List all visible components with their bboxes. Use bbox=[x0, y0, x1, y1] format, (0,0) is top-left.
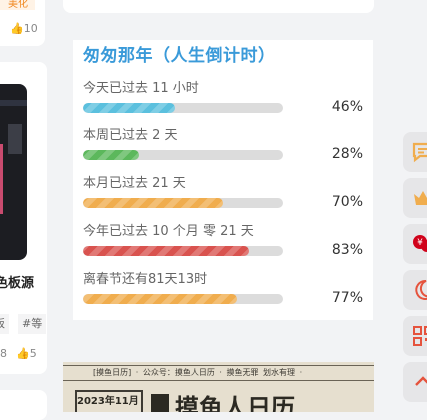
poster-headline: 摸鱼人日历 bbox=[175, 394, 295, 412]
progress-track bbox=[83, 198, 283, 208]
thumbs-up-icon: 👍 bbox=[16, 347, 30, 360]
like-count: 👍5 bbox=[16, 347, 37, 360]
article-card-partial-bottom[interactable] bbox=[0, 390, 47, 420]
widget-card-partial bbox=[63, 0, 374, 13]
progress-label: 本周已过去 2 天 bbox=[83, 128, 178, 143]
progress-percent: 28% bbox=[331, 146, 363, 162]
tag-chip[interactable]: 板 bbox=[0, 314, 9, 334]
svg-text:¥: ¥ bbox=[417, 238, 423, 248]
reward-button[interactable]: ¥ bbox=[403, 224, 427, 264]
back-to-top-button[interactable] bbox=[403, 362, 427, 402]
progress-fill bbox=[83, 246, 249, 256]
category-tag: 美化 bbox=[0, 0, 35, 10]
back-to-top-icon bbox=[415, 376, 427, 386]
moon-icon bbox=[415, 279, 427, 300]
article-title[interactable]: 色板源 bbox=[0, 272, 34, 291]
poster-date: 2023年11月 bbox=[77, 396, 139, 407]
progress-row: 本月已过去 21 天 70% bbox=[73, 172, 373, 212]
qrcode-icon bbox=[413, 326, 427, 346]
vip-button[interactable] bbox=[403, 178, 427, 218]
life-countdown-widget: 匆匆那年（人生倒计时） 今天已过去 11 小时 46% 本周已过去 2 天 28… bbox=[73, 40, 373, 320]
crown-icon bbox=[414, 191, 427, 205]
progress-row: 本周已过去 2 天 28% bbox=[73, 124, 373, 164]
view-count: 28 bbox=[0, 347, 7, 360]
progress-row: 今年已过去 10 个月 零 21 天 83% bbox=[73, 220, 373, 260]
progress-row: 今天已过去 11 小时 46% bbox=[73, 77, 373, 117]
progress-percent: 83% bbox=[331, 242, 363, 258]
progress-track bbox=[83, 294, 283, 304]
progress-track bbox=[83, 246, 283, 256]
poster-logo bbox=[151, 394, 169, 412]
progress-row: 离春节还有81天13时 77% bbox=[73, 268, 373, 308]
progress-fill bbox=[83, 198, 223, 208]
chat-icon bbox=[412, 142, 427, 163]
fish-calendar-poster[interactable]: [摸鱼日历] · 公众号：摸鱼人日历 · 摸鱼无罪 划水有理 · 2023年11… bbox=[63, 362, 374, 412]
progress-label: 离春节还有81天13时 bbox=[83, 272, 208, 287]
progress-percent: 77% bbox=[331, 290, 363, 306]
progress-fill bbox=[83, 103, 175, 113]
article-thumbnail[interactable] bbox=[0, 84, 27, 260]
qrcode-button[interactable] bbox=[403, 316, 427, 356]
widget-title: 匆匆那年（人生倒计时） bbox=[83, 46, 276, 66]
dark-mode-button[interactable] bbox=[403, 270, 427, 310]
poster-header: [摸鱼日历] · 公众号：摸鱼人日历 · 摸鱼无罪 划水有理 · bbox=[93, 368, 303, 377]
article-card-partial[interactable]: 色板源 板 #等 28 👍5 bbox=[0, 62, 47, 374]
progress-label: 今天已过去 11 小时 bbox=[83, 81, 199, 96]
tag-chip[interactable]: #等 bbox=[18, 314, 47, 334]
progress-percent: 70% bbox=[331, 194, 363, 210]
progress-track bbox=[83, 103, 283, 113]
article-card-partial-top[interactable]: 美化 👍10 bbox=[0, 0, 45, 46]
progress-percent: 46% bbox=[331, 99, 363, 115]
progress-label: 本月已过去 21 天 bbox=[83, 176, 186, 191]
chat-button[interactable] bbox=[403, 132, 427, 172]
reward-icon: ¥ bbox=[413, 235, 427, 252]
progress-fill bbox=[83, 294, 237, 304]
progress-label: 今年已过去 10 个月 零 21 天 bbox=[83, 224, 254, 239]
progress-track bbox=[83, 150, 283, 160]
like-count: 👍10 bbox=[10, 22, 38, 35]
progress-fill bbox=[83, 150, 139, 160]
thumbs-up-icon: 👍 bbox=[10, 22, 24, 35]
